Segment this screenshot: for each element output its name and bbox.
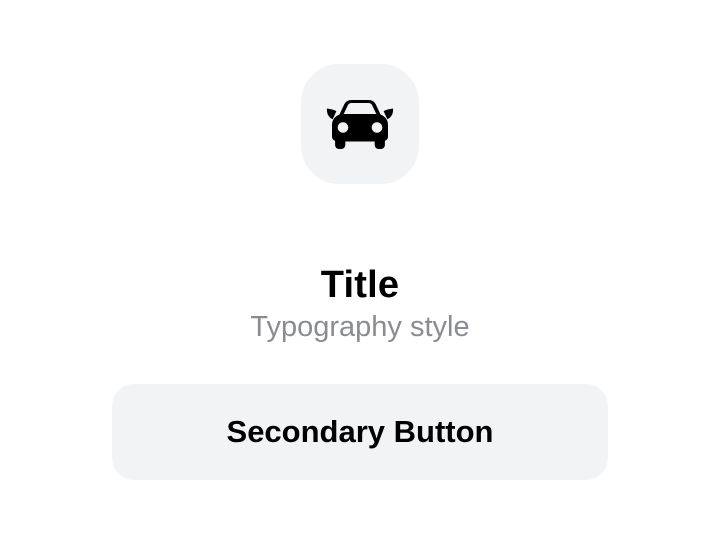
icon-tile (301, 64, 419, 184)
screen: Title Typography style Secondary Button (0, 0, 720, 560)
page-title: Title (320, 264, 400, 307)
car-front-icon (326, 99, 394, 149)
secondary-button[interactable]: Secondary Button (112, 384, 608, 480)
typography-style-label: Typography style (250, 311, 470, 343)
